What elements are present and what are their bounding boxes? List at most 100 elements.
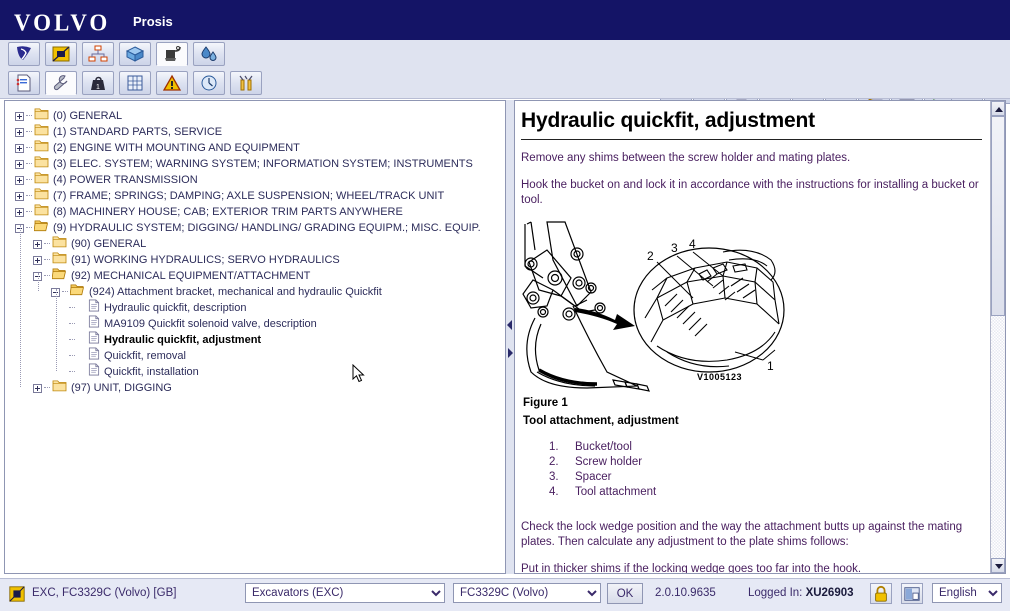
tree-expander-toggle[interactable] bbox=[15, 191, 24, 201]
document-title: Hydraulic quickfit, adjustment bbox=[521, 109, 815, 132]
tree-item-label: (7) FRAME; SPRINGS; DAMPING; AXLE SUSPEN… bbox=[53, 190, 445, 202]
tree-guide-line bbox=[26, 195, 32, 197]
machine-card-icon bbox=[8, 585, 26, 603]
status-bar: EXC, FC3329C (Volvo) [GB] Excavators (EX… bbox=[0, 578, 1010, 611]
tree-expander-toggle[interactable] bbox=[15, 175, 24, 185]
warning-icon[interactable] bbox=[156, 71, 188, 95]
tree-guide-line bbox=[56, 289, 58, 371]
tree-item-label: Quickfit, removal bbox=[104, 350, 186, 362]
primary-toolbar bbox=[0, 40, 1010, 104]
figure-item-number: 1. bbox=[549, 441, 559, 453]
special-tools-icon[interactable] bbox=[230, 71, 262, 95]
tree-guide-line bbox=[69, 307, 75, 309]
logged-in-label: Logged In: XU26903 bbox=[748, 587, 854, 599]
schematic-icon[interactable] bbox=[119, 71, 151, 95]
tree-expander-toggle[interactable] bbox=[33, 255, 42, 265]
scroll-down-arrow-icon bbox=[995, 564, 1003, 569]
tree-expander-toggle[interactable] bbox=[33, 383, 42, 393]
document-paragraph-1: Remove any shims between the screw holde… bbox=[521, 152, 851, 164]
structure-tree-icon[interactable] bbox=[82, 42, 114, 66]
panel-splitter[interactable] bbox=[506, 100, 514, 574]
tree-folder-item[interactable]: (90) GENERAL bbox=[5, 235, 505, 251]
svg-text:1: 1 bbox=[96, 84, 100, 91]
ok-button[interactable]: OK bbox=[607, 583, 643, 604]
tree-expander-toggle[interactable] bbox=[15, 159, 24, 169]
folder-closed-icon bbox=[52, 379, 67, 397]
collapse-left-arrow-icon[interactable] bbox=[507, 320, 513, 330]
tree-document-item[interactable]: Quickfit, installation bbox=[5, 363, 505, 379]
scroll-up-button[interactable] bbox=[991, 101, 1005, 116]
figure-item: 3. Spacer bbox=[549, 470, 982, 485]
tree-document-item[interactable]: Hydraulic quickfit, adjustment bbox=[5, 331, 505, 347]
tree-guide-line bbox=[26, 147, 32, 149]
tree-guide-line bbox=[69, 355, 75, 357]
tree-guide-line bbox=[26, 227, 32, 229]
tree-expander-toggle[interactable] bbox=[33, 239, 42, 249]
tree-guide-line bbox=[38, 273, 40, 291]
tree-guide-line bbox=[26, 115, 32, 117]
tree-folder-item[interactable]: (97) UNIT, DIGGING bbox=[5, 379, 505, 395]
tree-guide-line bbox=[26, 163, 32, 165]
tree-folder-item[interactable]: (92) MECHANICAL EQUIPMENT/ATTACHMENT bbox=[5, 267, 505, 283]
tree-guide-line bbox=[62, 291, 68, 293]
title-divider bbox=[521, 139, 982, 140]
tree-expander-toggle[interactable] bbox=[15, 207, 24, 217]
tree-folder-item[interactable]: (9) HYDRAULIC SYSTEM; DIGGING/ HANDLING/… bbox=[5, 219, 505, 235]
lock-icon[interactable] bbox=[870, 583, 892, 604]
tree-item-label: (92) MECHANICAL EQUIPMENT/ATTACHMENT bbox=[71, 270, 311, 282]
tree-item-label: MA9109 Quickfit solenoid valve, descript… bbox=[104, 318, 317, 330]
collapse-right-arrow-icon[interactable] bbox=[507, 348, 513, 358]
content-tree: (0) GENERAL (1) STANDARD PARTS, SERVICE (2… bbox=[5, 107, 505, 395]
document-vertical-scrollbar[interactable] bbox=[990, 101, 1005, 573]
document-paragraph-3: Check the lock wedge position and the wa… bbox=[521, 521, 963, 548]
wrench-icon[interactable] bbox=[45, 71, 77, 95]
tree-guide-line bbox=[69, 339, 75, 341]
parts-box-icon[interactable] bbox=[119, 42, 151, 66]
tree-guide-line bbox=[44, 243, 50, 245]
tree-guide-line bbox=[44, 275, 50, 277]
tree-folder-item[interactable]: (1) STANDARD PARTS, SERVICE bbox=[5, 123, 505, 139]
document-list-icon[interactable] bbox=[8, 71, 40, 95]
tree-folder-item[interactable]: (924) Attachment bracket, mechanical and… bbox=[5, 283, 505, 299]
tree-expander-toggle[interactable] bbox=[15, 111, 24, 121]
tree-folder-item[interactable]: (0) GENERAL bbox=[5, 107, 505, 123]
figure-item: 1. Bucket/tool bbox=[549, 440, 982, 455]
scroll-down-button[interactable] bbox=[991, 558, 1005, 573]
tree-document-item[interactable]: MA9109 Quickfit solenoid valve, descript… bbox=[5, 315, 505, 331]
figure-item-text: Screw holder bbox=[575, 456, 643, 468]
tree-expander-toggle[interactable] bbox=[15, 143, 24, 153]
figure-item-number: 3. bbox=[549, 471, 559, 483]
scrollbar-thumb[interactable] bbox=[991, 116, 1005, 316]
window-layout-icon[interactable] bbox=[901, 583, 923, 604]
tree-folder-item[interactable]: (91) WORKING HYDRAULICS; SERVO HYDRAULIC… bbox=[5, 251, 505, 267]
logged-in-prefix: Logged In: bbox=[748, 587, 803, 599]
figure-item-list: 1. Bucket/tool 2. Screw holder 3. Spacer 4. Too… bbox=[549, 440, 982, 500]
language-select[interactable]: English bbox=[932, 583, 1002, 603]
callout-label-2: 2 bbox=[647, 249, 654, 263]
logged-in-user: XU26903 bbox=[805, 587, 854, 599]
navigation-tree-panel: (0) GENERAL (1) STANDARD PARTS, SERVICE (2… bbox=[4, 100, 506, 574]
tree-item-label: (3) ELEC. SYSTEM; WARNING SYSTEM; INFORM… bbox=[53, 158, 473, 170]
tree-item-label: (90) GENERAL bbox=[71, 238, 147, 250]
machine-card-icon[interactable] bbox=[45, 42, 77, 66]
tree-item-label: Hydraulic quickfit, description bbox=[104, 302, 247, 314]
service-tool-icon[interactable] bbox=[156, 42, 188, 66]
application-window: VOLVO Prosis 1 (0) GENERAL (1) STANDARD … bbox=[0, 0, 1010, 611]
tree-folder-item[interactable]: (7) FRAME; SPRINGS; DAMPING; AXLE SUSPEN… bbox=[5, 187, 505, 203]
current-machine-label: EXC, FC3329C (Volvo) [GB] bbox=[32, 587, 177, 599]
tree-folder-item[interactable]: (3) ELEC. SYSTEM; WARNING SYSTEM; INFORM… bbox=[5, 155, 505, 171]
tree-folder-item[interactable]: (8) MACHINERY HOUSE; CAB; EXTERIOR TRIM … bbox=[5, 203, 505, 219]
info-service-icon[interactable] bbox=[8, 42, 40, 66]
scroll-up-arrow-icon bbox=[995, 107, 1003, 112]
callout-label-3: 3 bbox=[671, 241, 678, 255]
tree-document-item[interactable]: Hydraulic quickfit, description bbox=[5, 299, 505, 315]
weight-icon[interactable]: 1 bbox=[82, 71, 114, 95]
tree-folder-item[interactable]: (4) POWER TRANSMISSION bbox=[5, 171, 505, 187]
tree-folder-item[interactable]: (2) ENGINE WITH MOUNTING AND EQUIPMENT bbox=[5, 139, 505, 155]
tree-expander-toggle[interactable] bbox=[15, 127, 24, 137]
tree-document-item[interactable]: Quickfit, removal bbox=[5, 347, 505, 363]
clock-icon[interactable] bbox=[193, 71, 225, 95]
fluids-icon[interactable] bbox=[193, 42, 225, 66]
product-group-select[interactable]: Excavators (EXC) bbox=[245, 583, 445, 603]
model-select[interactable]: FC3329C (Volvo) bbox=[453, 583, 601, 603]
